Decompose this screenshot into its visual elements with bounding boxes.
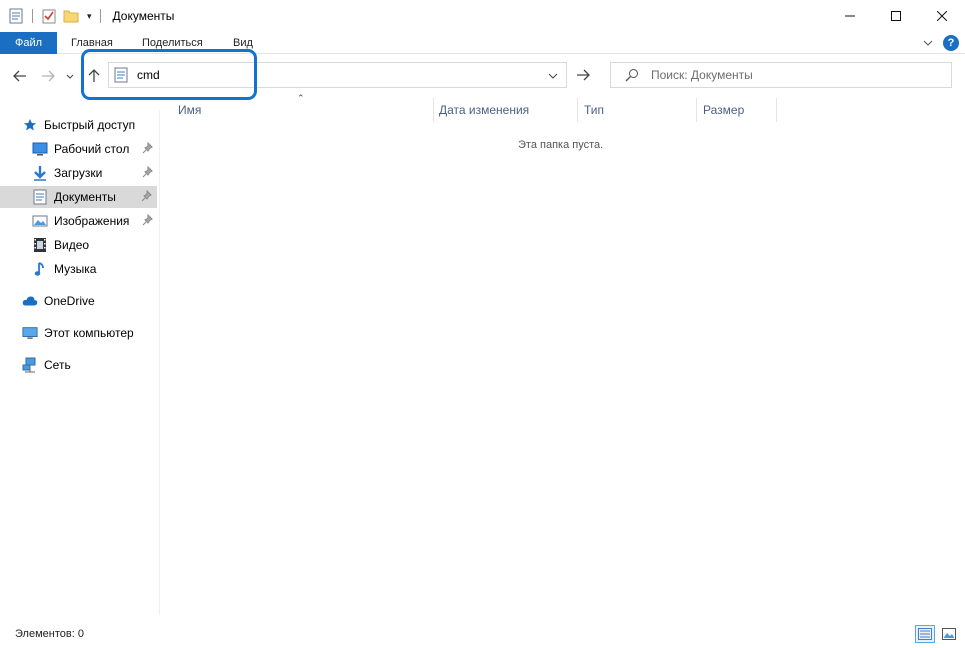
desktop-icon [32,141,48,157]
pictures-icon [32,213,48,229]
toolbar-divider [99,9,101,23]
sidebar-item-desktop[interactable]: Рабочий стол [32,138,158,160]
address-highlight-annotation [81,49,257,100]
sidebar-item-pictures[interactable]: Изображения [32,210,158,232]
recent-locations-button[interactable] [64,66,76,86]
sidebar-item-label: Музыка [54,262,97,276]
navigation-pane: Быстрый доступ Рабочий стол Загрузки Док… [0,110,160,615]
music-icon [32,261,48,277]
video-icon [32,237,48,253]
documents-icon [32,189,48,205]
column-divider[interactable] [696,98,697,122]
sidebar-item-label: Быстрый доступ [44,118,136,132]
help-icon[interactable]: ? [943,35,959,51]
details-view-button[interactable] [915,625,935,643]
sidebar-item-label: Документы [54,190,116,204]
customize-toolbar-icon[interactable]: ▾ [87,11,92,22]
download-icon [32,165,48,181]
quick-access-toolbar: ▾ Документы [0,0,174,32]
column-divider[interactable] [577,98,578,122]
sidebar-item-video[interactable]: Видео [32,234,158,256]
search-icon [625,68,639,82]
new-folder-icon[interactable] [63,8,79,24]
chevron-down-icon[interactable] [548,69,558,83]
sidebar-item-label: OneDrive [44,294,95,308]
item-count: Элементов: 0 [15,628,84,640]
pin-icon[interactable] [142,165,154,178]
documents-icon[interactable] [8,8,24,24]
search-input[interactable]: Поиск: Документы [651,68,753,82]
computer-icon [22,325,38,341]
column-divider[interactable] [433,98,434,122]
empty-folder-message: Эта папка пуста. [518,139,604,151]
properties-icon[interactable] [41,8,57,24]
window-title: Документы [112,9,175,23]
sidebar-item-quick-access[interactable]: Быстрый доступ [22,114,158,136]
column-divider[interactable] [776,98,777,122]
tab-file[interactable]: Файл [0,32,57,54]
sidebar-item-label: Сеть [44,358,71,372]
sidebar-item-onedrive[interactable]: OneDrive [22,290,158,312]
title-bar: ▾ Документы [0,0,965,32]
toolbar-divider [32,9,33,23]
minimize-button[interactable] [827,0,873,32]
column-header-date-modified[interactable]: Дата изменения [439,98,577,122]
sidebar-item-network[interactable]: Сеть [22,354,158,376]
sidebar-item-label: Этот компьютер [44,326,134,340]
column-header-type[interactable]: Тип [584,98,696,122]
forward-button[interactable] [38,66,58,86]
sidebar-item-label: Изображения [54,214,130,228]
go-button[interactable] [572,64,594,86]
sidebar-item-music[interactable]: Музыка [32,258,158,280]
column-header-name[interactable]: Имя [178,98,433,122]
column-header-size[interactable]: Размер [703,98,776,122]
cloud-icon [22,293,38,309]
star-icon [22,117,38,133]
close-button[interactable] [919,0,965,32]
sidebar-item-documents[interactable]: Документы [0,186,157,208]
sidebar-item-label: Видео [54,238,90,252]
search-box[interactable]: Поиск: Документы [610,62,952,88]
sidebar-item-label: Рабочий стол [54,142,130,156]
sidebar-item-this-pc[interactable]: Этот компьютер [22,322,158,344]
window-controls [827,0,965,32]
ribbon-controls: ? [923,35,959,51]
pin-icon[interactable] [142,141,154,154]
maximize-button[interactable] [873,0,919,32]
chevron-down-icon[interactable] [923,36,933,50]
pin-icon[interactable] [142,213,154,226]
back-button[interactable] [10,66,30,86]
sidebar-item-downloads[interactable]: Загрузки [32,162,158,184]
view-switcher [915,625,959,643]
large-icons-view-button[interactable] [939,625,959,643]
pin-icon[interactable] [141,189,153,202]
sidebar-item-label: Загрузки [54,166,103,180]
network-icon [22,357,38,373]
